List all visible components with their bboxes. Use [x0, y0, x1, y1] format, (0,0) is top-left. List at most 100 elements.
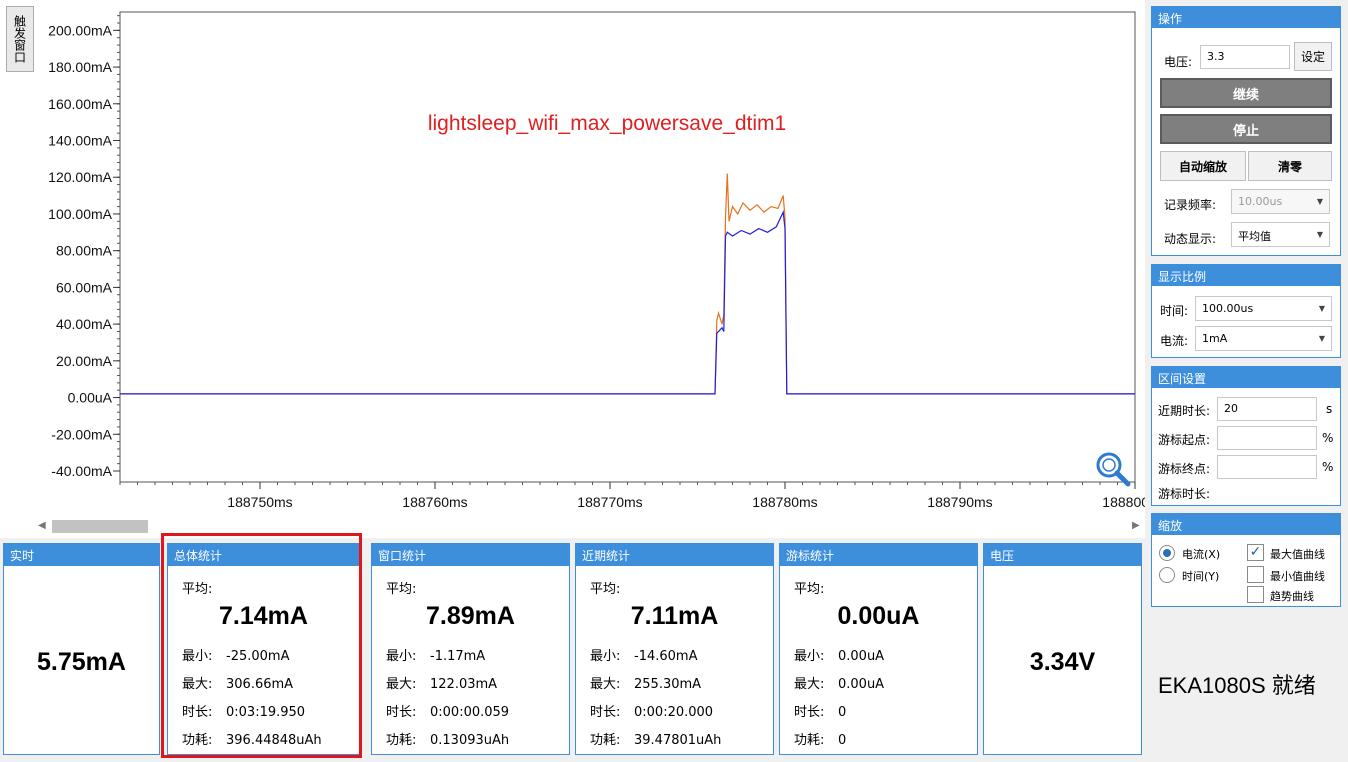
recent-duration-label: 近期时长: — [1158, 404, 1211, 418]
x-tick-label: 188790ms — [927, 494, 992, 510]
max-curve-checkbox[interactable]: ✓ — [1247, 544, 1264, 561]
total-min-value: -25.00mA — [226, 649, 290, 664]
window-min-value: -1.17mA — [430, 649, 486, 664]
recent-max-value: 255.30mA — [634, 677, 702, 692]
horizontal-scrollbar[interactable]: ◀ ▶ — [36, 518, 1144, 534]
recent-duration-unit: s — [1326, 402, 1333, 416]
recent-energy-row: 功耗: 39.47801uAh — [590, 729, 721, 748]
cursor-min-value: 0.00uA — [838, 649, 885, 664]
recent-duration-label: 时长: — [590, 705, 621, 720]
cursor-end-label: 游标终点: — [1158, 462, 1211, 476]
trend-curve-checkbox[interactable] — [1247, 586, 1264, 603]
record-rate-label: 记录频率: — [1164, 198, 1217, 212]
voltage-input[interactable]: 3.3 — [1200, 45, 1290, 69]
stop-button[interactable]: 停止 — [1160, 114, 1332, 144]
voltage-value: 3.34V — [1029, 648, 1096, 676]
record-rate-select[interactable]: 10.00us ▼ — [1231, 189, 1330, 214]
y-tick-label: 0.00uA — [68, 390, 113, 406]
zoom-magnifier-icon[interactable] — [1093, 449, 1133, 489]
total-duration-label: 时长: — [182, 705, 213, 720]
total-avg-value: 7.14mA — [219, 602, 308, 630]
min-curve-label: 最小值曲线 — [1270, 570, 1325, 583]
total-duration-value: 0:03:19.950 — [226, 705, 306, 720]
chart-area[interactable]: 200.00mA 180.00mA 160.00mA 140.00mA 120.00mA… — [0, 0, 1145, 538]
cursor-start-input[interactable] — [1217, 426, 1317, 450]
voltage-panel-title: 电压 — [984, 544, 1141, 566]
current-scale-select[interactable]: 1mA ▼ — [1195, 326, 1332, 351]
operations-panel: 操作 电压: 3.3 设定 继续 停止 自动缩放 清零 记录频率: 10.00u… — [1151, 6, 1341, 256]
recent-min-label: 最小: — [590, 649, 621, 664]
operations-panel-title: 操作 — [1152, 7, 1340, 28]
window-stats-panel: 窗口统计 平均: 7.89mA 最小: -1.17mA 最大: 122.03mA 时… — [371, 543, 570, 755]
y-tick-label: -40.00mA — [51, 463, 112, 479]
scroll-left-icon[interactable]: ◀ — [38, 520, 46, 531]
recent-duration-value: 0:00:20.000 — [634, 705, 714, 720]
total-energy-row: 功耗: 396.44848uAh — [182, 729, 322, 748]
total-max-label: 最大: — [182, 677, 213, 692]
record-rate-value: 10.00us — [1238, 195, 1283, 208]
x-tick-label: 188780ms — [752, 494, 817, 510]
window-duration-label: 时长: — [386, 705, 417, 720]
zoom-panel: 缩放 电流(X) 时间(Y) ✓ 最大值曲线 最小值曲线 趋势曲线 — [1151, 513, 1341, 607]
window-max-value: 122.03mA — [430, 677, 498, 692]
recent-avg-value: 7.11mA — [630, 602, 719, 630]
dynamic-display-value: 平均值 — [1238, 230, 1271, 243]
window-max-row: 最大: 122.03mA — [386, 673, 497, 692]
window-min-label: 最小: — [386, 649, 417, 664]
realtime-title: 实时 — [4, 544, 159, 566]
y-tick-label: 160.00mA — [48, 96, 112, 112]
cursor-energy-row: 功耗: 0 — [794, 729, 846, 748]
trigger-window-tab[interactable]: 触发窗口 — [6, 6, 34, 72]
window-stats-title: 窗口统计 — [372, 544, 569, 566]
window-energy-label: 功耗: — [386, 733, 417, 748]
total-max-row: 最大: 306.66mA — [182, 673, 293, 692]
cursor-duration-value: 0 — [838, 705, 847, 720]
max-curve-label: 最大值曲线 — [1270, 548, 1325, 561]
cursor-end-input[interactable] — [1217, 455, 1317, 479]
cursor-stats-title: 游标统计 — [780, 544, 977, 566]
chart-title: lightsleep_wifi_max_powersave_dtim1 — [428, 112, 786, 135]
time-scale-select[interactable]: 100.00us ▼ — [1195, 296, 1332, 321]
time-scale-label: 时间: — [1160, 304, 1189, 318]
auto-zoom-button[interactable]: 自动缩放 — [1160, 151, 1246, 181]
total-duration-row: 时长: 0:03:19.950 — [182, 701, 305, 720]
total-energy-label: 功耗: — [182, 733, 213, 748]
total-energy-value: 396.44848uAh — [226, 733, 322, 748]
window-avg-label: 平均: — [386, 582, 417, 597]
recent-min-value: -14.60mA — [634, 649, 698, 664]
set-voltage-button[interactable]: 设定 — [1294, 42, 1332, 71]
continue-button[interactable]: 继续 — [1160, 78, 1332, 108]
dynamic-display-select[interactable]: 平均值 ▼ — [1231, 222, 1330, 247]
y-tick-label: 120.00mA — [48, 169, 112, 185]
min-curve-checkbox[interactable] — [1247, 566, 1264, 583]
window-avg-value: 7.89mA — [426, 602, 515, 630]
chevron-down-icon: ▼ — [1318, 304, 1325, 313]
app-window: 200.00mA 180.00mA 160.00mA 140.00mA 120.00mA… — [0, 0, 1348, 762]
cursor-energy-value: 0 — [838, 733, 847, 748]
current-chart[interactable]: 200.00mA 180.00mA 160.00mA 140.00mA 120.00mA… — [0, 0, 1145, 538]
recent-duration-input[interactable]: 20 — [1217, 397, 1317, 421]
clear-button[interactable]: 清零 — [1248, 151, 1332, 181]
y-tick-label: 40.00mA — [56, 316, 113, 332]
scroll-right-icon[interactable]: ▶ — [1132, 520, 1140, 531]
realtime-panel: 实时 5.75mA — [3, 543, 160, 755]
recent-stats-title: 近期统计 — [576, 544, 773, 566]
voltage-panel: 电压 3.34V — [983, 543, 1142, 755]
total-min-row: 最小: -25.00mA — [182, 645, 289, 664]
cursor-energy-label: 功耗: — [794, 733, 825, 748]
time-scale-value: 100.00us — [1202, 302, 1254, 315]
window-duration-row: 时长: 0:00:00.059 — [386, 701, 509, 720]
radio-current-x[interactable] — [1159, 545, 1175, 561]
chevron-down-icon: ▼ — [1316, 197, 1323, 206]
total-max-value: 306.66mA — [226, 677, 294, 692]
device-status: EKA1080S 就绪 — [1158, 673, 1316, 698]
y-tick-label: 180.00mA — [48, 59, 112, 75]
trend-curve-label: 趋势曲线 — [1270, 590, 1314, 603]
dynamic-display-label: 动态显示: — [1164, 232, 1217, 246]
radio-time-y[interactable] — [1159, 567, 1175, 583]
x-tick-label: 188750ms — [227, 494, 292, 510]
chevron-down-icon: ▼ — [1316, 230, 1323, 239]
scrollbar-thumb[interactable] — [52, 520, 148, 533]
window-duration-value: 0:00:00.059 — [430, 705, 510, 720]
cursor-max-row: 最大: 0.00uA — [794, 673, 884, 692]
